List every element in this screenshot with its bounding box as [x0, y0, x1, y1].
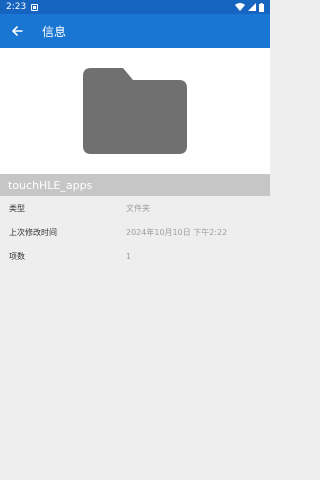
detail-row-type: 类型 文件夹	[0, 196, 270, 220]
folder-icon	[83, 68, 187, 154]
signal-icon	[248, 3, 256, 11]
status-bar: 2:23	[0, 0, 270, 14]
detail-value: 文件夹	[126, 203, 150, 213]
back-button[interactable]	[0, 14, 34, 48]
detail-value: 1	[126, 251, 132, 261]
status-icons	[235, 2, 264, 12]
item-name: touchHLE_apps	[8, 178, 93, 192]
app-bar: 信息	[0, 14, 270, 48]
status-time: 2:23	[6, 2, 27, 12]
detail-label: 类型	[9, 203, 25, 213]
details-list: 类型 文件夹 上次修改时间 2024年10月10日 下午2:22 项数 1	[0, 196, 270, 268]
detail-row-count: 项数 1	[0, 244, 270, 268]
battery-icon	[259, 2, 264, 12]
notification-icon	[31, 3, 39, 11]
page-title: 信息	[42, 24, 67, 39]
arrow-back-icon	[12, 26, 23, 36]
detail-row-modified: 上次修改时间 2024年10月10日 下午2:22	[0, 220, 270, 244]
item-name-bar: touchHLE_apps	[0, 174, 270, 196]
detail-label: 项数	[9, 251, 25, 261]
file-preview	[0, 48, 270, 174]
wifi-icon	[235, 3, 245, 11]
detail-label: 上次修改时间	[9, 227, 57, 237]
detail-value: 2024年10月10日 下午2:22	[126, 227, 228, 237]
